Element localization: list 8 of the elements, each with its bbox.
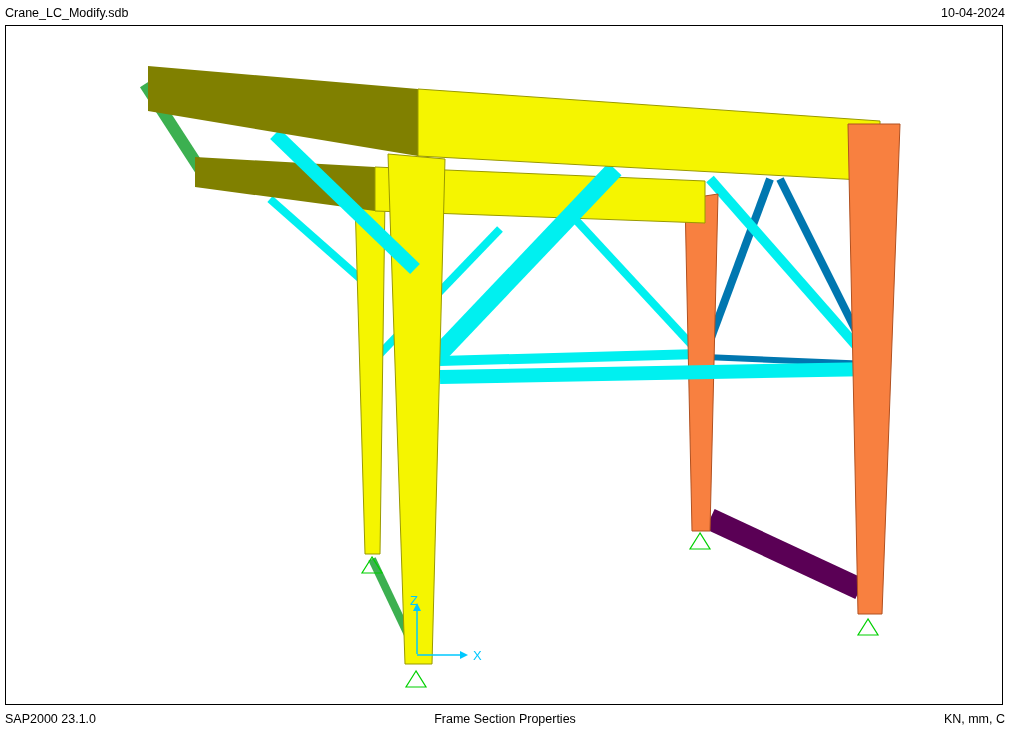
program-version: SAP2000 23.1.0 [5,712,97,726]
print-date: 10-04-2024 [941,6,1005,20]
axis-label: Z [410,593,418,608]
axis-label: X [473,648,482,663]
axis-arrows-icon [413,603,468,659]
plot-title: Frame Section Properties [434,712,576,726]
file-name: Crane_LC_Modify.sdb [5,6,129,20]
units-label: KN, mm, C [943,712,1005,726]
